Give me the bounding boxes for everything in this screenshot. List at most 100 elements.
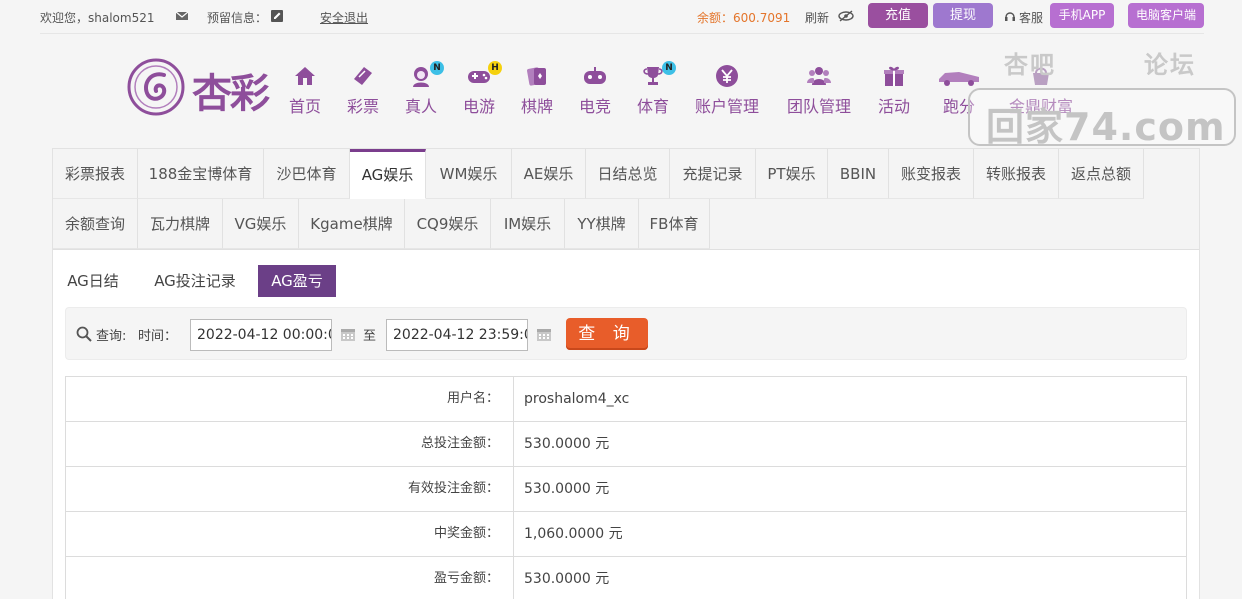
row-value: proshalom4_xc	[524, 391, 630, 407]
row-key: 中奖金额：	[66, 512, 514, 556]
row-key: 有效投注金额：	[66, 467, 514, 511]
tab-deposit-withdraw[interactable]: 充提记录	[670, 149, 756, 199]
tab-transfer-report[interactable]: 转账报表	[974, 149, 1059, 199]
tab-daily-summary[interactable]: 日结总览	[586, 149, 670, 199]
table-row: 盈亏金额： 530.0000 元	[66, 557, 1187, 599]
tab-yy[interactable]: YY棋牌	[565, 199, 639, 249]
query-label: 查询:	[96, 329, 127, 344]
nav-esports[interactable]: 电竞	[578, 63, 612, 117]
recharge-button[interactable]: 充值	[868, 3, 928, 28]
tab-fb[interactable]: FB体育	[639, 199, 710, 249]
mail-icon[interactable]	[176, 10, 188, 22]
subtab-ag-daily[interactable]: AG日结	[63, 265, 123, 297]
nav-team[interactable]: 团队管理	[786, 63, 852, 117]
ticket-icon	[354, 67, 372, 85]
welcome-text: 欢迎您，shalom521	[40, 11, 155, 25]
pc-client-button[interactable]: 电脑客户端	[1128, 3, 1204, 28]
tab-im[interactable]: IM娱乐	[491, 199, 565, 249]
edit-icon[interactable]	[271, 10, 283, 22]
tab-kgame[interactable]: Kgame棋牌	[299, 199, 405, 249]
logo-text: 杏彩	[192, 70, 270, 117]
nav-label: 账户管理	[694, 97, 759, 116]
service-link[interactable]: 客服	[1019, 9, 1043, 26]
mobile-app-button[interactable]: 手机APP	[1050, 3, 1114, 28]
balance-text: 余额：600.7091	[697, 11, 791, 25]
nav-live[interactable]: N 真人	[404, 61, 444, 117]
tab-wali[interactable]: 瓦力棋牌	[138, 199, 223, 249]
nav-lottery[interactable]: 彩票	[346, 63, 380, 117]
row-value: 530.0000 元	[524, 436, 610, 452]
query-bar: 查询: 时间： 至 查 询	[65, 307, 1187, 360]
tab-rebate-total[interactable]: 返点总额	[1059, 149, 1144, 199]
report-panel: 彩票报表 188金宝博体育 沙巴体育 AG娱乐 WM娱乐 AE娱乐 日结总览 充…	[52, 148, 1200, 599]
yen-icon	[716, 65, 738, 87]
logo-emblem-icon	[127, 58, 185, 116]
start-time-input[interactable]	[190, 319, 332, 351]
nav-label: 真人	[404, 97, 437, 116]
calendar-icon[interactable]	[537, 327, 551, 341]
headset-icon[interactable]	[1004, 10, 1016, 22]
nav-label: 体育	[636, 97, 669, 116]
car-icon	[939, 72, 979, 86]
nav-label: 团队管理	[786, 97, 851, 116]
new-badge: N	[662, 61, 676, 75]
cards-icon	[527, 67, 546, 86]
query-button[interactable]: 查 询	[566, 318, 648, 350]
calendar-icon[interactable]	[341, 327, 355, 341]
gift-icon	[884, 66, 904, 86]
nav-account[interactable]: 账户管理	[694, 63, 760, 117]
site-logo[interactable]: 杏彩	[126, 57, 276, 117]
nav-home[interactable]: 首页	[288, 63, 322, 117]
tab-vg[interactable]: VG娱乐	[223, 199, 299, 249]
row-value: 530.0000 元	[524, 571, 610, 587]
tab-account-change[interactable]: 账变报表	[889, 149, 974, 199]
watermark-text-left: 杏吧	[1004, 51, 1056, 79]
nav-label: 首页	[288, 97, 321, 116]
watermark-box: 回家74.com	[968, 88, 1236, 149]
to-label: 至	[363, 329, 377, 344]
subtab-ag-profit[interactable]: AG盈亏	[258, 265, 336, 297]
time-label: 时间：	[138, 329, 178, 344]
row-key: 用户名：	[66, 377, 514, 421]
tab-bbin[interactable]: BBIN	[828, 149, 889, 199]
tab-balance-query[interactable]: 余额查询	[53, 199, 138, 249]
subtab-ag-bets[interactable]: AG投注记录	[149, 265, 241, 297]
search-icon	[76, 326, 92, 342]
nav-slots[interactable]: H 电游	[462, 61, 502, 117]
nav-activity[interactable]: 活动	[877, 63, 911, 117]
team-icon	[807, 67, 831, 85]
row-value: 1,060.0000 元	[524, 526, 623, 542]
tab-cq9[interactable]: CQ9娱乐	[405, 199, 491, 249]
nav-sports[interactable]: N 体育	[636, 61, 676, 117]
row-key: 盈亏金额：	[66, 557, 514, 599]
top-bar-inner: 欢迎您，shalom521 预留信息： 安全退出 余额：600.7091 刷新 …	[40, 0, 1204, 34]
new-badge: N	[430, 61, 444, 75]
watermark-text-right: 论坛	[1144, 51, 1196, 79]
tab-pt[interactable]: PT娱乐	[756, 149, 828, 199]
tab-188[interactable]: 188金宝博体育	[138, 149, 264, 199]
withdraw-button[interactable]: 提现	[933, 3, 993, 28]
hot-badge: H	[488, 61, 502, 75]
tab-lottery-report[interactable]: 彩票报表	[53, 149, 138, 199]
nav-cards[interactable]: 棋牌	[520, 63, 554, 117]
nav-label: 棋牌	[520, 97, 553, 116]
nav-label: 活动	[877, 97, 910, 116]
notice-label: 预留信息：	[207, 11, 268, 25]
nav-label: 电游	[462, 97, 495, 116]
tab-wm[interactable]: WM娱乐	[426, 149, 512, 199]
eye-off-icon[interactable]	[838, 10, 854, 22]
tab-ae[interactable]: AE娱乐	[512, 149, 586, 199]
refresh-link[interactable]: 刷新	[805, 9, 829, 26]
row-key: 总投注金额：	[66, 422, 514, 466]
tab-saba[interactable]: 沙巴体育	[264, 149, 350, 199]
end-time-input[interactable]	[386, 319, 528, 351]
tab-ag[interactable]: AG娱乐	[350, 149, 426, 199]
report-tabs: 彩票报表 188金宝博体育 沙巴体育 AG娱乐 WM娱乐 AE娱乐 日结总览 充…	[53, 149, 1199, 250]
row-value: 530.0000 元	[524, 481, 610, 497]
logout-link[interactable]: 安全退出	[320, 9, 368, 26]
top-bar: 欢迎您，shalom521 预留信息： 安全退出 余额：600.7091 刷新 …	[0, 0, 1242, 34]
table-row: 有效投注金额： 530.0000 元	[66, 467, 1187, 512]
esports-icon	[584, 67, 606, 84]
profit-report-table: 用户名： proshalom4_xc 总投注金额： 530.0000 元 有效投…	[65, 376, 1187, 599]
nav-label: 电竞	[578, 97, 611, 116]
